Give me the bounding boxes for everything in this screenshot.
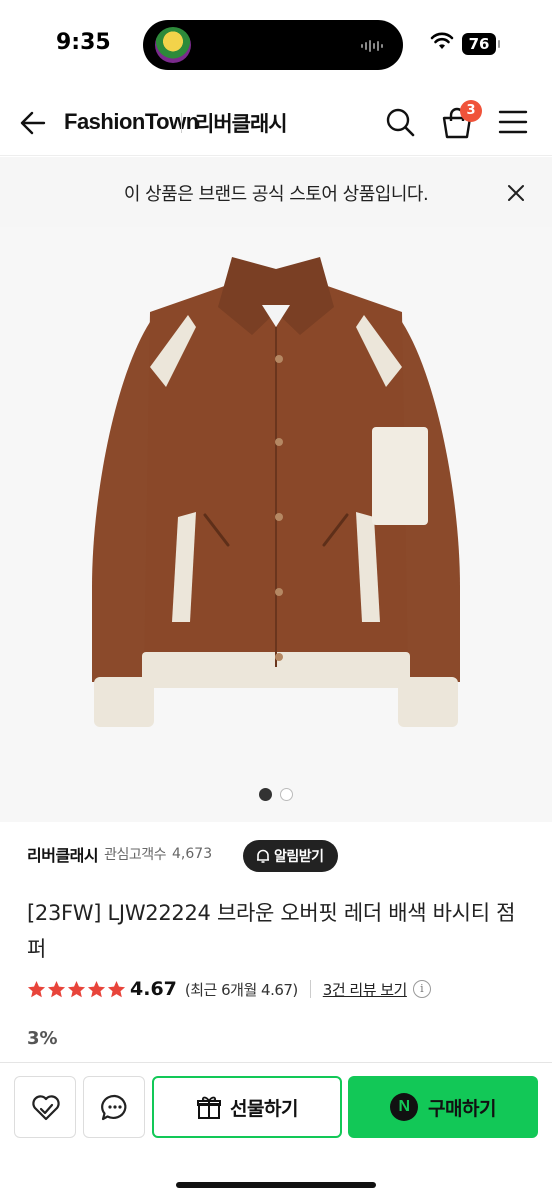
buy-button-label: 구매하기 bbox=[428, 1097, 496, 1120]
talk-talk-button[interactable] bbox=[83, 1076, 145, 1138]
home-indicator[interactable] bbox=[176, 1182, 376, 1188]
search-icon[interactable] bbox=[384, 106, 416, 138]
status-bar: 9:35 76 bbox=[0, 0, 552, 90]
alert-button-label: 알림받기 bbox=[274, 849, 324, 865]
star-icon bbox=[67, 980, 86, 997]
carousel-indicator bbox=[0, 788, 552, 801]
carousel-dot-active[interactable] bbox=[259, 788, 272, 801]
discount-rate: 3% bbox=[27, 1028, 58, 1049]
review-link[interactable]: 3건 리뷰 보기 bbox=[323, 979, 408, 1000]
recent-rating: (최근 6개월 4.67) bbox=[184, 980, 298, 999]
cart-count-badge: 3 bbox=[460, 100, 482, 122]
hamburger-menu-icon[interactable] bbox=[498, 108, 528, 136]
rating-divider bbox=[309, 980, 311, 998]
wifi-icon bbox=[430, 32, 454, 49]
notice-text: 이 상품은 브랜드 공식 스토어 상품입니다. bbox=[123, 184, 429, 205]
gift-button-label: 선물하기 bbox=[230, 1097, 298, 1120]
heart-check-icon bbox=[32, 1095, 60, 1121]
product-image bbox=[92, 257, 460, 727]
subscribe-alert-button[interactable]: 알림받기 bbox=[243, 840, 338, 872]
buy-button[interactable]: N 구매하기 bbox=[348, 1076, 538, 1138]
wishlist-button[interactable] bbox=[14, 1076, 76, 1138]
star-icon bbox=[107, 980, 126, 997]
carousel-dot[interactable] bbox=[280, 788, 293, 801]
audio-wave-icon bbox=[361, 40, 383, 52]
gift-icon bbox=[197, 1096, 222, 1119]
bell-plus-icon bbox=[257, 849, 269, 863]
app-header: FashionTown 리버클래시 3 bbox=[0, 90, 552, 156]
product-image-carousel[interactable] bbox=[0, 227, 552, 822]
official-store-notice: 이 상품은 브랜드 공식 스토어 상품입니다. bbox=[0, 157, 552, 227]
star-icon bbox=[27, 980, 46, 997]
close-icon[interactable] bbox=[504, 181, 528, 205]
purchase-bar: 선물하기 N 구매하기 bbox=[0, 1062, 552, 1200]
npay-logo-icon: N bbox=[390, 1093, 419, 1121]
info-icon[interactable]: i bbox=[412, 980, 431, 998]
product-title: [23FW] LJW22224 브라운 오버핏 레더 배색 바시티 점퍼 bbox=[27, 901, 516, 961]
now-playing-avatar-icon bbox=[155, 27, 191, 63]
brand-logo[interactable]: FashionTown bbox=[64, 109, 199, 135]
header-divider bbox=[181, 113, 182, 133]
star-icon bbox=[47, 980, 66, 997]
star-icon bbox=[87, 980, 106, 997]
gift-button[interactable]: 선물하기 bbox=[152, 1076, 342, 1138]
battery-indicator: 76 bbox=[462, 33, 500, 55]
dynamic-island bbox=[143, 20, 403, 70]
rating-row: 4.67 (최근 6개월 4.67) 3건 리뷰 보기 i bbox=[27, 978, 431, 1000]
store-title[interactable]: 리버클래시 bbox=[195, 108, 288, 138]
store-info-row: 리버클래시 관심고객수 4,673 bbox=[27, 842, 212, 866]
store-name[interactable]: 리버클래시 bbox=[27, 842, 99, 866]
rating-value: 4.67 bbox=[130, 978, 177, 1000]
back-arrow-icon[interactable] bbox=[18, 108, 48, 138]
favorite-count: 4,673 bbox=[172, 846, 213, 862]
favorite-count-label: 관심고객수 bbox=[104, 847, 167, 863]
status-time: 9:35 bbox=[56, 30, 111, 55]
rating-stars bbox=[27, 980, 126, 999]
chat-bubble-icon bbox=[101, 1094, 127, 1121]
